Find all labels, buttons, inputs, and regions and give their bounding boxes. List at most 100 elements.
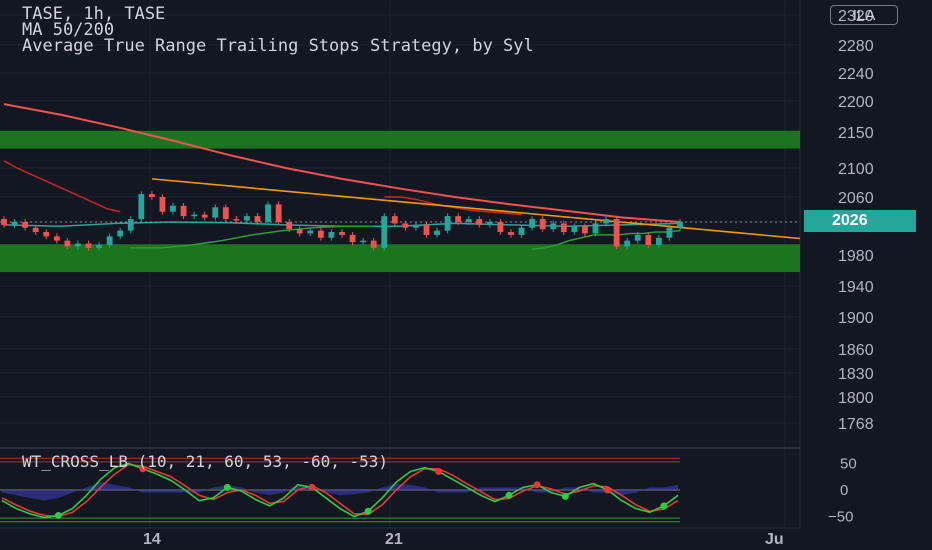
wt-cross-up-dot xyxy=(561,492,569,500)
candle xyxy=(233,219,240,221)
candle xyxy=(391,216,398,224)
candle xyxy=(560,223,567,233)
price-tick-label: 2200 xyxy=(838,94,874,111)
wt-cross-up-dot xyxy=(364,507,372,515)
candle xyxy=(191,214,198,217)
price-tick-label: 2240 xyxy=(838,66,874,83)
wt-cross-down-dot xyxy=(533,481,541,489)
candle xyxy=(444,216,451,231)
candle xyxy=(370,240,377,248)
wt-cross-up-dot xyxy=(505,491,513,499)
candle xyxy=(180,205,187,217)
candle xyxy=(286,222,293,230)
candle xyxy=(571,226,578,233)
candle xyxy=(550,223,557,230)
candle xyxy=(201,214,208,218)
candle xyxy=(677,222,683,228)
time-tick-label: 21 xyxy=(385,531,403,548)
oscillator-tick-label: 50 xyxy=(840,456,857,473)
price-tick-label: 1940 xyxy=(838,279,874,296)
candle xyxy=(11,222,18,225)
price-tick-label: 2060 xyxy=(838,190,874,207)
candle xyxy=(518,227,525,235)
wt-cross-up-dot xyxy=(223,483,231,491)
candle xyxy=(117,230,124,237)
price-tick-label: 2100 xyxy=(838,161,874,178)
candle xyxy=(96,244,102,248)
candle xyxy=(423,224,430,235)
last-price-label: 2026 xyxy=(804,210,916,232)
oscillator-title: WT_CROSS_LB (10, 21, 60, 53, -60, -53) xyxy=(22,452,389,471)
candle xyxy=(529,219,536,228)
candle xyxy=(455,216,462,222)
strategy-legend: Average True Range Trailing Stops Strate… xyxy=(22,36,534,56)
wt-cross-down-dot xyxy=(308,483,316,491)
time-tick-label: 14 xyxy=(143,531,161,548)
candle xyxy=(328,232,335,238)
candle xyxy=(592,223,599,234)
oscillator-tick-label: −50 xyxy=(828,509,853,526)
candle xyxy=(655,237,662,245)
candle xyxy=(307,230,314,234)
candle xyxy=(106,236,113,245)
support-resistance-zone xyxy=(0,130,800,149)
candle xyxy=(85,243,92,248)
candle xyxy=(645,234,652,245)
price-tick-label: 2150 xyxy=(838,125,874,142)
wt-cross-up-dot xyxy=(54,511,62,519)
candle xyxy=(486,222,493,225)
time-tick-label: Ju xyxy=(765,531,784,548)
wt-cross-down-dot xyxy=(435,467,443,475)
candle xyxy=(53,236,60,241)
candle xyxy=(138,194,145,220)
oscillator-tick-label: 0 xyxy=(840,482,848,499)
candle xyxy=(476,219,483,225)
candle xyxy=(296,229,303,234)
candle xyxy=(127,219,134,231)
candle xyxy=(275,204,282,222)
candle xyxy=(413,224,419,228)
candle xyxy=(539,219,546,230)
price-tick-label: 1980 xyxy=(838,248,874,265)
candle xyxy=(43,232,50,237)
wt-cross-up-dot xyxy=(660,502,668,510)
currency-badge[interactable]: ILA xyxy=(830,5,898,25)
candle xyxy=(508,232,514,235)
candle xyxy=(244,216,250,221)
price-tick-label: 1860 xyxy=(838,342,874,359)
support-resistance-zone xyxy=(0,244,800,273)
candle xyxy=(613,219,620,247)
candle xyxy=(666,227,673,238)
candle xyxy=(1,219,7,225)
wt-cross-down-dot xyxy=(604,486,612,494)
candle xyxy=(381,216,388,248)
candle xyxy=(497,222,504,233)
candle xyxy=(360,240,367,243)
candle xyxy=(159,197,166,212)
candle xyxy=(170,205,176,212)
candle xyxy=(603,219,609,224)
candle xyxy=(222,207,229,220)
candle xyxy=(64,240,71,247)
candle xyxy=(434,230,440,235)
candle xyxy=(339,232,345,235)
candle xyxy=(402,223,409,228)
candle xyxy=(22,222,29,228)
price-tick-label: 1830 xyxy=(838,366,874,383)
candle xyxy=(349,234,356,243)
candle xyxy=(212,207,219,218)
candle xyxy=(582,226,588,234)
price-tick-label: 1800 xyxy=(838,390,874,407)
candle xyxy=(75,243,81,247)
candle xyxy=(317,230,324,238)
candle xyxy=(634,234,641,241)
candle xyxy=(624,240,631,247)
candle xyxy=(148,194,155,197)
price-tick-label: 1900 xyxy=(838,310,874,327)
price-tick-label: 1768 xyxy=(838,416,874,433)
price-tick-label: 2280 xyxy=(838,38,874,55)
candle xyxy=(32,227,39,233)
candle xyxy=(265,204,271,222)
candle xyxy=(465,219,472,222)
candle xyxy=(254,216,261,222)
